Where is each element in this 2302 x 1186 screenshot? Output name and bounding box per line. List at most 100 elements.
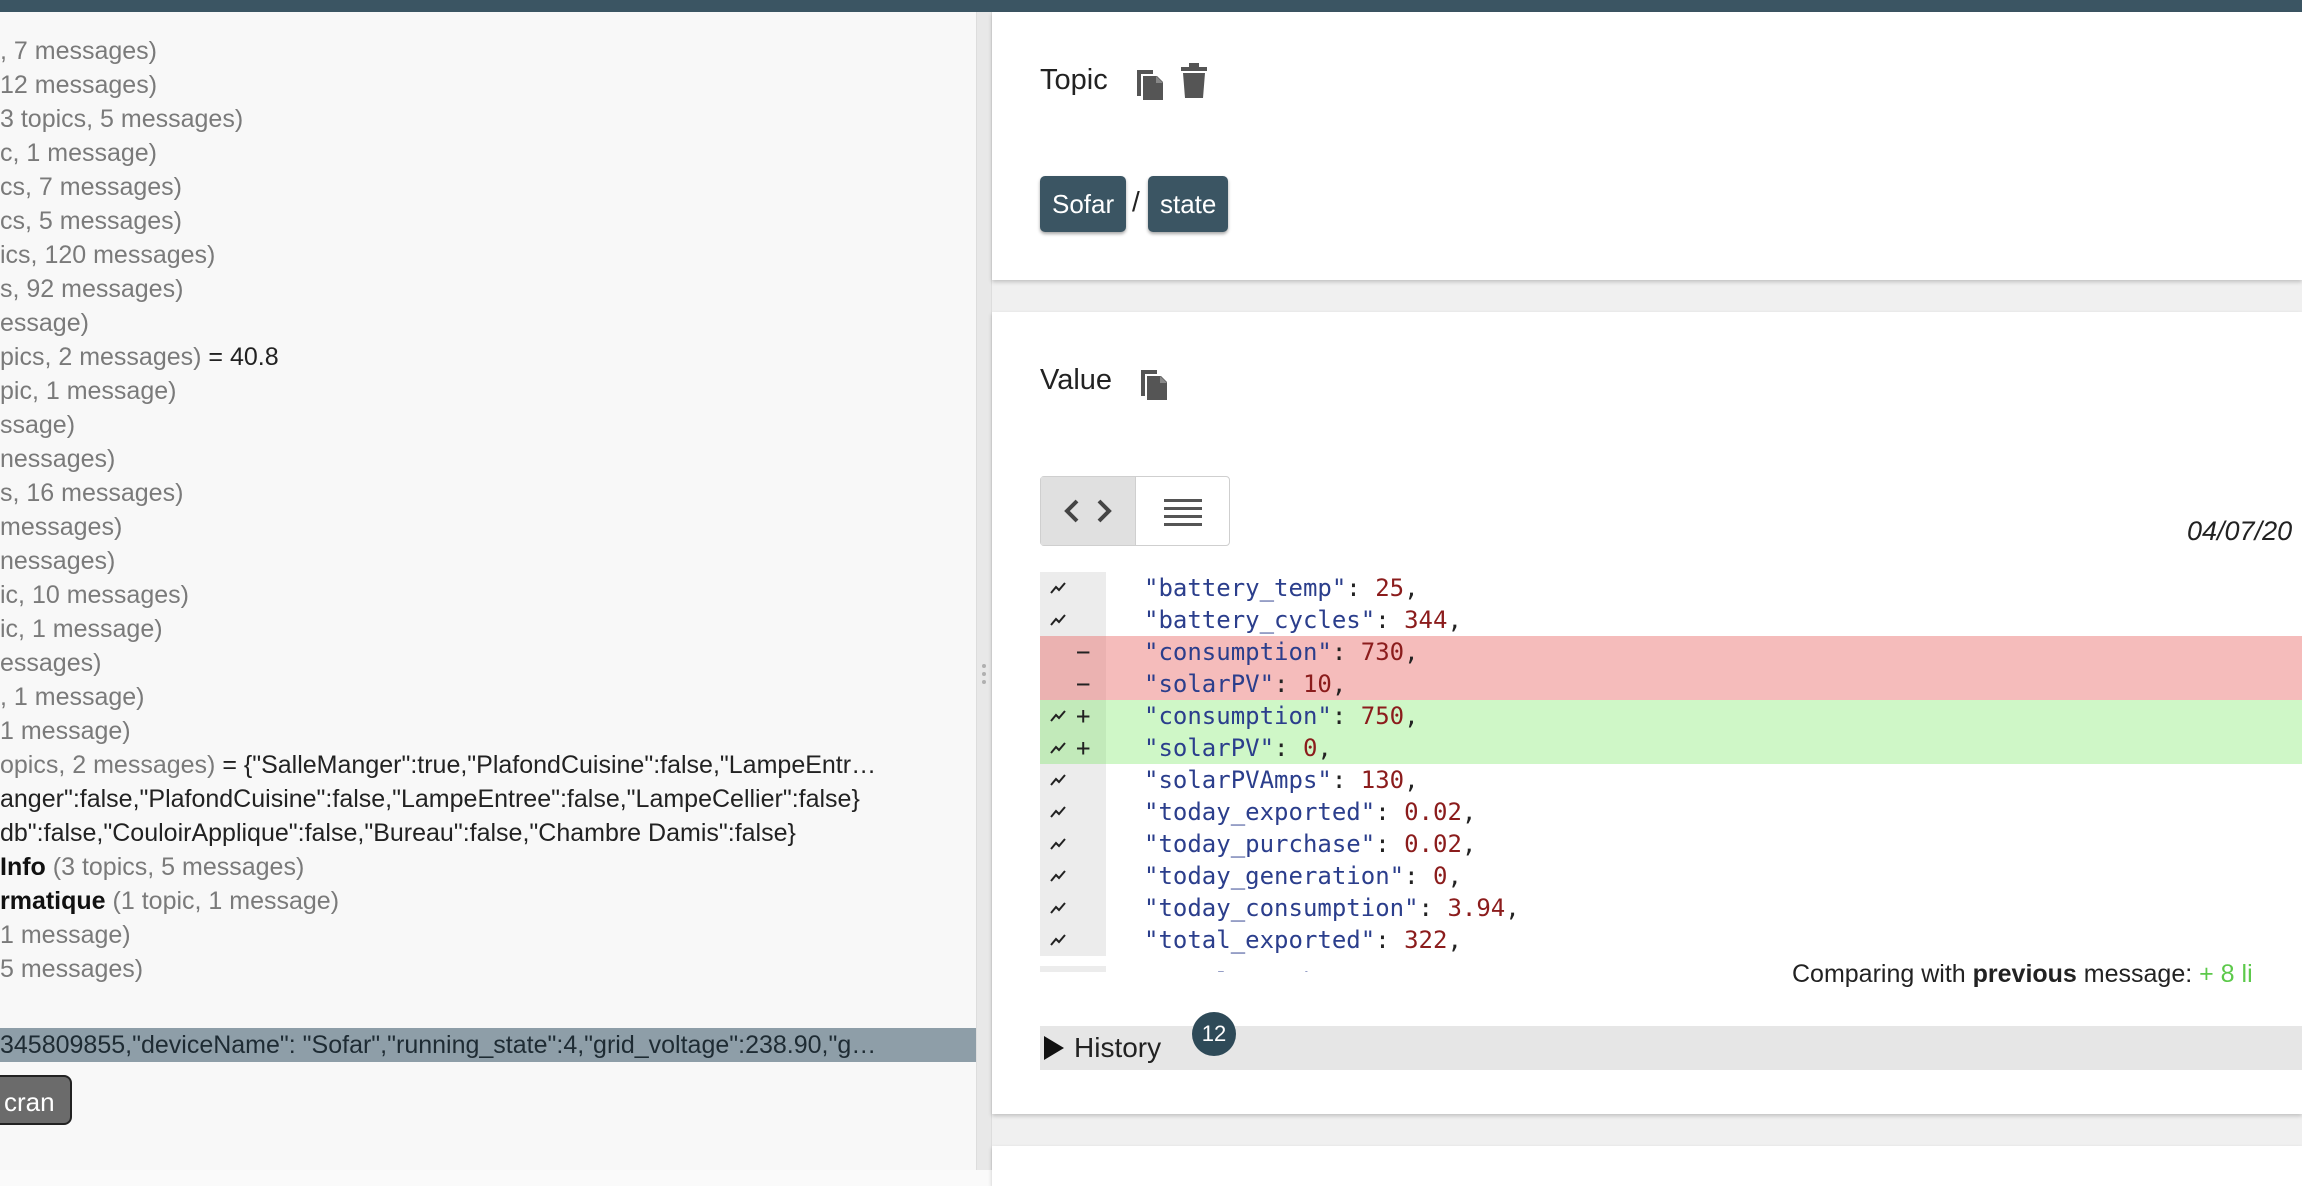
diff-code: "today_generation": 0, — [1144, 860, 1462, 892]
diff-row-same: "battery_cycles": 344, — [1040, 604, 2302, 636]
tree-node[interactable]: Info (3 topics, 5 messages) — [0, 850, 304, 884]
copy-icon[interactable] — [1137, 364, 1171, 402]
chart-trend-icon[interactable] — [1050, 828, 1066, 860]
chart-trend-icon[interactable] — [1050, 604, 1066, 636]
delete-icon[interactable] — [1177, 62, 1211, 100]
tree-node[interactable]: essages) — [0, 646, 101, 680]
tree-node-count: nessages) — [0, 445, 116, 473]
diff-code: "solarPV": 0, — [1144, 732, 1332, 764]
tree-node-count: , 7 messages) — [0, 37, 158, 65]
json-number: 322 — [1404, 926, 1448, 954]
chart-trend-icon[interactable] — [1050, 924, 1066, 956]
tree-node[interactable]: opics, 2 messages) = {"SalleManger":true… — [0, 748, 876, 782]
tree-node[interactable]: nessages) — [0, 442, 115, 476]
code-view-button[interactable] — [1041, 477, 1136, 545]
tree-node[interactable]: nessages) — [0, 544, 115, 578]
tree-node[interactable]: essage) — [0, 306, 89, 340]
tree-node-count: (3 topics, 5 messages) — [45, 853, 305, 881]
chart-trend-icon[interactable] — [1050, 860, 1066, 892]
diff-gutter — [1040, 892, 1106, 924]
value-diff-view[interactable]: "battery_temp": 25, "battery_cycles": 344… — [1040, 572, 2302, 972]
tree-node[interactable]: ics, 120 messages) — [0, 238, 215, 272]
tree-node[interactable]: 1 message) — [0, 918, 131, 952]
json-number: 137 — [1404, 968, 1447, 972]
json-number: 730 — [1360, 638, 1405, 666]
chart-trend-icon[interactable] — [1050, 764, 1066, 796]
tree-node[interactable]: cs, 7 messages) — [0, 170, 182, 204]
compare-prefix: Comparing with — [1792, 960, 1973, 988]
tree-node[interactable]: anger":false,"PlafondCuisine":false,"Lam… — [0, 782, 860, 816]
tree-node[interactable]: pics, 2 messages) = 40.8 — [0, 340, 279, 374]
json-colon: : — [1375, 926, 1405, 954]
diff-row-same: "today_generation": 0, — [1040, 860, 2302, 892]
tree-node[interactable]: s, 92 messages) — [0, 272, 183, 306]
view-mode-toggle — [1040, 476, 1230, 546]
json-key: "today_purchase" — [1144, 830, 1376, 858]
tree-node[interactable]: pic, 1 message) — [0, 374, 176, 408]
copy-icon[interactable] — [1133, 64, 1167, 102]
json-key: "today_generation" — [1144, 862, 1405, 890]
json-number: 0.02 — [1404, 830, 1462, 858]
splitter-grip-dot — [982, 680, 986, 684]
compare-suffix: message: — [2076, 960, 2200, 988]
diff-gutter — [1040, 966, 1106, 972]
chart-trend-icon[interactable] — [1050, 892, 1066, 924]
tree-node[interactable]: c, 1 message) — [0, 136, 157, 170]
tree-node-count: cs, 5 messages) — [0, 207, 183, 235]
diff-row-removed: − "solarPV": 10, — [1040, 668, 2302, 700]
tree-node[interactable]: , 1 message) — [0, 680, 145, 714]
topic-tree-panel: , 7 messages) 12 messages) 3 topics, 5 mes… — [0, 12, 976, 1170]
compare-mode[interactable]: previous — [1973, 960, 2077, 988]
diff-sign: + — [1076, 734, 1091, 762]
tree-node[interactable]: 12 messages) — [0, 68, 157, 102]
tree-node[interactable]: , 7 messages) — [0, 34, 157, 68]
diff-code: "total_purchase": 137, — [1144, 966, 1462, 972]
json-number: 130 — [1360, 766, 1405, 794]
chart-trend-icon[interactable] — [1050, 966, 1066, 972]
json-comma: , — [1317, 734, 1332, 762]
diff-code: "today_purchase": 0.02, — [1144, 828, 1476, 860]
chart-trend-icon[interactable] — [1050, 796, 1066, 828]
tree-node-count: essages) — [0, 649, 102, 677]
tree-node-value: db":false,"CouloirApplique":false,"Burea… — [0, 819, 796, 847]
tree-node[interactable]: cs, 5 messages) — [0, 204, 182, 238]
tree-node[interactable]: ic, 10 messages) — [0, 578, 189, 612]
diff-gutter — [1040, 828, 1106, 860]
tree-node[interactable]: s, 16 messages) — [0, 476, 183, 510]
topic-crumb-sofar[interactable]: Sofar — [1040, 176, 1127, 232]
tree-node[interactable]: rmatique (1 topic, 1 message) — [0, 884, 339, 918]
tree-node[interactable]: ic, 1 message) — [0, 612, 163, 646]
tree-node-count: ssage) — [0, 411, 76, 439]
diff-row-same: "total_exported": 322, — [1040, 924, 2302, 956]
json-number: 0.02 — [1404, 798, 1462, 826]
raw-view-button[interactable] — [1136, 477, 1230, 545]
tree-node[interactable]: 5 messages) — [0, 952, 143, 986]
code-icon — [1064, 499, 1112, 523]
ecran-button[interactable]: cran — [0, 1075, 72, 1125]
json-key: "consumption" — [1144, 638, 1332, 666]
json-colon: : — [1375, 968, 1404, 972]
tree-node-count: nessages) — [0, 547, 116, 575]
json-comma: , — [1447, 968, 1461, 972]
json-comma: , — [1404, 638, 1419, 666]
json-key: "battery_temp" — [1144, 574, 1347, 602]
tree-node[interactable]: 3 topics, 5 messages) — [0, 102, 243, 136]
selected-tree-node[interactable]: 345809855,"deviceName": "Sofar","running… — [0, 1028, 976, 1062]
tree-node[interactable]: messages) — [0, 510, 122, 544]
diff-gutter: − — [1040, 636, 1106, 668]
chart-trend-icon[interactable] — [1050, 700, 1066, 732]
chart-trend-icon[interactable] — [1050, 572, 1066, 604]
chart-trend-icon[interactable] — [1050, 732, 1066, 764]
tree-node[interactable]: db":false,"CouloirApplique":false,"Burea… — [0, 816, 796, 850]
json-comma: , — [1505, 894, 1520, 922]
topic-crumb-state[interactable]: state — [1148, 176, 1229, 232]
tree-node-count: pic, 1 message) — [0, 377, 177, 405]
tree-node[interactable]: ssage) — [0, 408, 75, 442]
tree-node[interactable]: 1 message) — [0, 714, 131, 748]
tree-node-value: = 40.8 — [201, 343, 279, 371]
json-comma: , — [1447, 862, 1462, 890]
diff-code: "today_consumption": 3.94, — [1144, 892, 1520, 924]
panel-splitter[interactable] — [976, 12, 992, 1170]
diff-code: "solarPV": 10, — [1144, 668, 1346, 700]
diff-row-same: "today_consumption": 3.94, — [1040, 892, 2302, 924]
